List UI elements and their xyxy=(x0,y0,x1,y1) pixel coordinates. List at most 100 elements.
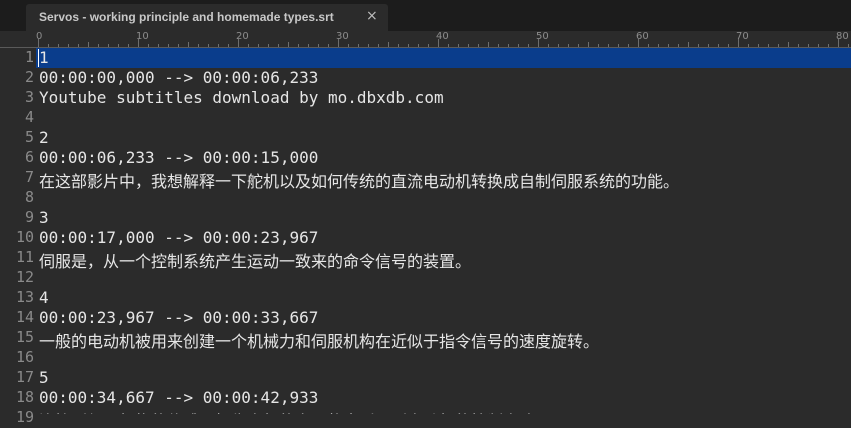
line-number-gutter: 1 2 3 4 5 6 7 8 9 10 11 12 13 14 15 16 17 18 19 xyxy=(0,48,36,426)
ruler-label: 40 xyxy=(436,31,449,42)
ruler-tick xyxy=(618,44,619,47)
ruler-tick xyxy=(488,42,489,47)
ruler-tick xyxy=(418,44,419,47)
ruler-tick xyxy=(268,44,269,47)
ruler-tick xyxy=(368,44,369,47)
code-line[interactable]: Youtube subtitles download by mo.dbxdb.c… xyxy=(39,88,444,108)
line-number: 2 xyxy=(24,68,34,86)
ruler-tick xyxy=(648,44,649,47)
ruler-tick xyxy=(478,44,479,47)
line-number: 18 xyxy=(15,388,34,406)
line-number: 7 xyxy=(24,168,34,186)
line-number: 6 xyxy=(24,148,34,166)
ruler-label: 30 xyxy=(336,31,349,42)
ruler-tick xyxy=(578,44,579,47)
ruler-tick xyxy=(278,44,279,47)
ruler-tick xyxy=(678,44,679,47)
ruler-label: 70 xyxy=(736,31,749,42)
column-ruler: 0 10 20 30 40 50 60 70 80 xyxy=(0,31,851,48)
line-number: 19 xyxy=(15,408,34,426)
ruler-tick xyxy=(608,44,609,47)
ruler-label: 60 xyxy=(636,31,649,42)
tab-title: Servos - working principle and homemade … xyxy=(39,10,334,24)
ruler-label: 10 xyxy=(136,31,149,42)
ruler-tick xyxy=(398,44,399,47)
text-editor[interactable]: 1 00:00:00,000 --> 00:00:06,233 Youtube su… xyxy=(36,48,851,414)
line-number: 12 xyxy=(15,268,34,286)
ruler-tick xyxy=(708,44,709,47)
ruler-tick xyxy=(378,44,379,47)
ruler-tick xyxy=(228,44,229,47)
ruler-tick xyxy=(848,44,849,47)
ruler-tick xyxy=(758,44,759,47)
ruler-tick xyxy=(158,44,159,47)
code-line[interactable]: 00:00:06,233 --> 00:00:15,000 xyxy=(39,148,318,168)
tab-bar: Servos - working principle and homemade … xyxy=(0,0,851,31)
ruler-tick xyxy=(218,44,219,47)
ruler-tick xyxy=(308,44,309,47)
ruler-tick xyxy=(248,44,249,47)
ruler-tick xyxy=(448,44,449,47)
ruler-label: 0 xyxy=(36,31,43,42)
ruler-tick xyxy=(468,44,469,47)
code-line[interactable]: 3 xyxy=(39,208,49,228)
ruler-tick xyxy=(778,44,779,47)
line-number: 14 xyxy=(15,308,34,326)
code-line[interactable]: 5 xyxy=(39,368,49,388)
code-line[interactable]: 1 xyxy=(39,48,49,68)
ruler-tick xyxy=(128,44,129,47)
code-line[interactable]: 在这部影片中，我想解释一下舵机以及如何传统的直流电动机转换成自制伺服系统的功能。 xyxy=(39,168,679,191)
ruler-tick xyxy=(288,42,289,47)
line-number: 8 xyxy=(24,188,34,206)
code-line[interactable]: 00:00:17,000 --> 00:00:23,967 xyxy=(39,228,318,248)
file-tab[interactable]: Servos - working principle and homemade … xyxy=(26,4,388,31)
ruler-tick xyxy=(408,44,409,47)
ruler-tick xyxy=(258,44,259,47)
ruler-tick xyxy=(588,42,589,47)
close-tab-icon[interactable]: × xyxy=(366,8,378,24)
ruler-tick xyxy=(358,44,359,47)
code-line[interactable]: 伺服是，从一个控制系统产生运动一致来的命令信号的装置。 xyxy=(39,248,471,271)
ruler-tick xyxy=(698,44,699,47)
ruler-tick xyxy=(728,44,729,47)
ruler-tick xyxy=(668,44,669,47)
line-number: 17 xyxy=(15,368,34,386)
ruler-tick xyxy=(768,44,769,47)
ruler-tick xyxy=(628,44,629,47)
code-line[interactable]: 一般的电动机被用来创建一个机械力和伺服机构在近似于指令信号的速度旋转。 xyxy=(39,328,599,351)
ruler-tick xyxy=(818,44,819,47)
ruler-tick xyxy=(688,42,689,47)
ruler-tick xyxy=(188,42,189,47)
code-line[interactable]: 00:00:00,000 --> 00:00:06,233 xyxy=(39,68,318,88)
ruler-tick xyxy=(548,44,549,47)
ruler-tick xyxy=(48,44,49,47)
ruler-tick xyxy=(318,44,319,47)
ruler-tick xyxy=(568,44,569,47)
code-line[interactable]: 00:00:23,967 --> 00:00:33,667 xyxy=(39,308,318,328)
ruler-tick xyxy=(328,44,329,47)
line-number: 1 xyxy=(24,48,34,66)
code-line[interactable]: 2 xyxy=(39,128,49,148)
line-number: 16 xyxy=(15,348,34,366)
ruler-tick xyxy=(598,44,599,47)
line-number: 9 xyxy=(24,208,34,226)
ruler-tick xyxy=(198,44,199,47)
ruler-tick xyxy=(168,44,169,47)
ruler-tick xyxy=(518,44,519,47)
line-number: 15 xyxy=(15,328,34,346)
ruler-label: 80 xyxy=(836,31,849,42)
ruler-tick xyxy=(78,44,79,47)
code-line[interactable]: 00:00:34,667 --> 00:00:42,933 xyxy=(39,388,318,408)
code-line[interactable]: 4 xyxy=(39,288,49,308)
code-line[interactable]: 连接到伺服机构的传感器报告电机的实际状态返回到电动机的控制电路。 xyxy=(39,408,551,414)
line-number: 10 xyxy=(15,228,34,246)
ruler-tick xyxy=(208,44,209,47)
current-line-highlight xyxy=(36,48,851,68)
ruler-tick xyxy=(348,44,349,47)
ruler-tick xyxy=(798,44,799,47)
ruler-tick xyxy=(148,44,149,47)
line-number: 3 xyxy=(24,88,34,106)
ruler-tick xyxy=(808,44,809,47)
ruler-tick xyxy=(788,42,789,47)
ruler-label: 20 xyxy=(236,31,249,42)
